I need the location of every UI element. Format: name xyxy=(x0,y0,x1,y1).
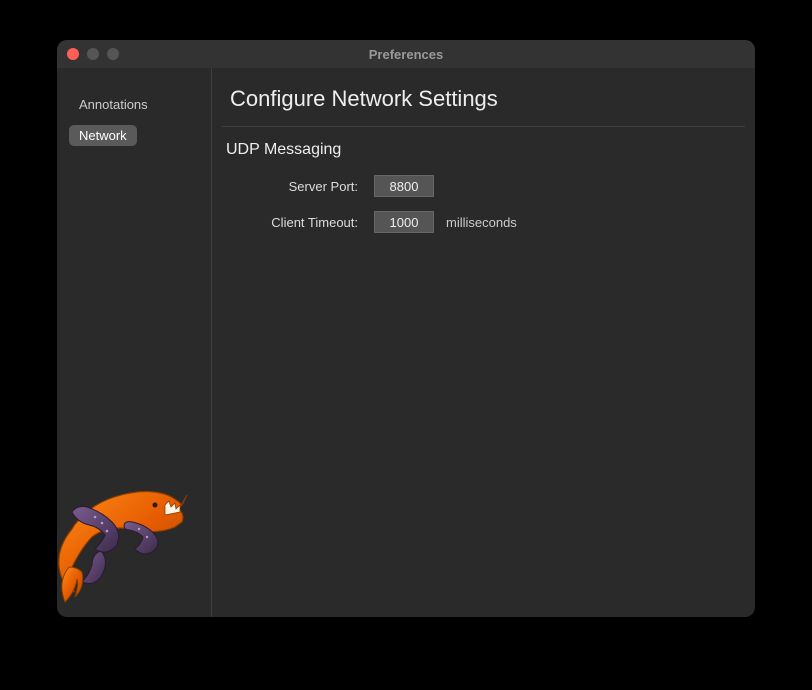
traffic-lights xyxy=(67,48,119,60)
titlebar: Preferences xyxy=(57,40,755,68)
minimize-button[interactable] xyxy=(87,48,99,60)
server-port-label: Server Port: xyxy=(222,179,374,194)
sidebar-item-label: Network xyxy=(79,128,127,143)
preferences-window: Preferences Annotations Network xyxy=(57,40,755,617)
close-button[interactable] xyxy=(67,48,79,60)
form-row-client-timeout: Client Timeout: milliseconds xyxy=(222,211,745,233)
sidebar-item-label: Annotations xyxy=(79,97,148,112)
page-title: Configure Network Settings xyxy=(222,86,745,127)
section-title: UDP Messaging xyxy=(222,141,745,159)
window-body: Annotations Network xyxy=(57,68,755,617)
client-timeout-input[interactable] xyxy=(374,211,434,233)
sidebar-item-annotations[interactable]: Annotations xyxy=(69,92,199,117)
window-title: Preferences xyxy=(57,47,755,62)
server-port-input[interactable] xyxy=(374,175,434,197)
sidebar: Annotations Network xyxy=(57,68,212,617)
form-row-server-port: Server Port: xyxy=(222,175,745,197)
main-panel: Configure Network Settings UDP Messaging… xyxy=(212,68,755,617)
sidebar-item-network[interactable]: Network xyxy=(69,125,137,146)
client-timeout-suffix: milliseconds xyxy=(446,215,517,230)
app-logo-icon xyxy=(57,467,197,617)
maximize-button[interactable] xyxy=(107,48,119,60)
client-timeout-label: Client Timeout: xyxy=(222,215,374,230)
